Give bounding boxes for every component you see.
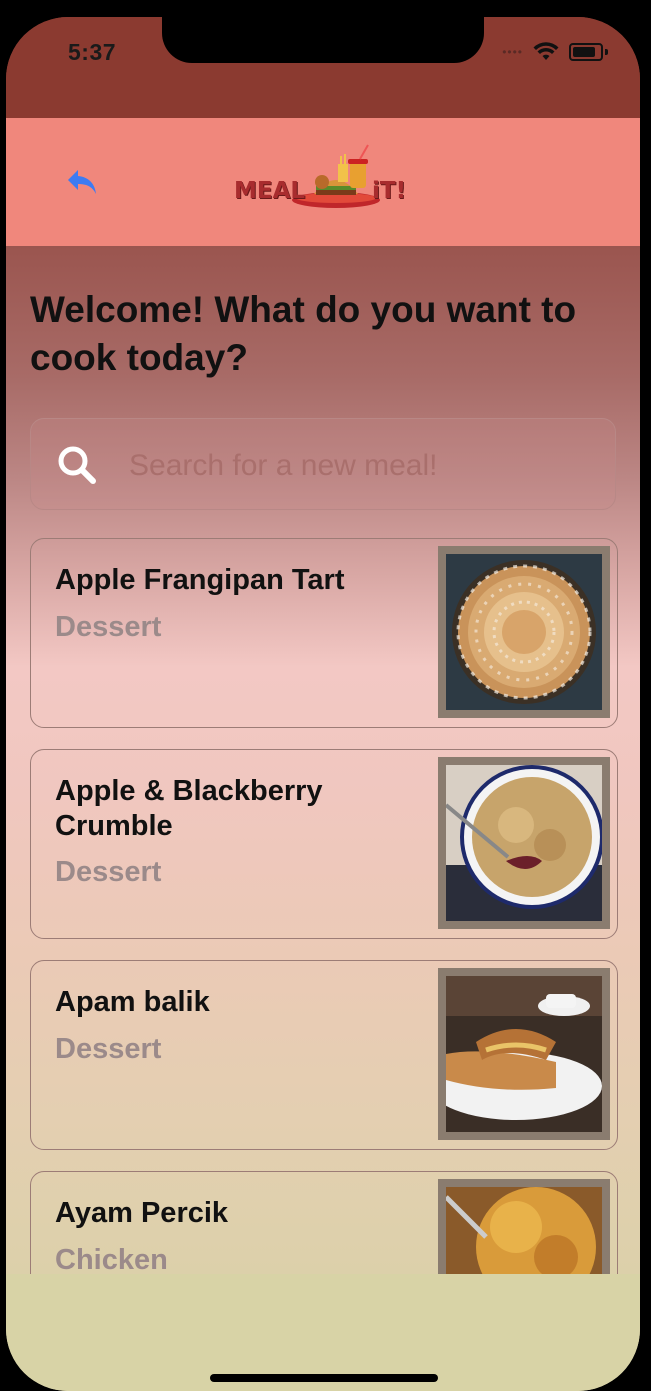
home-indicator[interactable]	[210, 1374, 438, 1382]
meal-name: Apple & Blackberry Crumble	[55, 775, 323, 842]
meal-thumbnail	[438, 546, 610, 718]
nav-bar: MEAL iT!	[6, 118, 640, 246]
meal-it-logo: MEAL iT!	[232, 142, 414, 214]
battery-nub	[605, 49, 608, 55]
status-time: 5:37	[68, 39, 117, 65]
meal-name: Apple Frangipan Tart	[55, 564, 345, 596]
meal-card[interactable]: Apple Frangipan Tart Dessert	[30, 538, 618, 728]
logo-text-right: iT!	[372, 178, 407, 204]
device-notch	[162, 17, 484, 63]
meal-card[interactable]: Apam balik Dessert	[30, 960, 618, 1150]
bottom-safe-area	[6, 1274, 640, 1391]
logo-text-left: MEAL	[234, 178, 306, 204]
back-arrow-icon[interactable]	[66, 168, 98, 196]
meal-thumbnail	[438, 757, 610, 929]
status-bar: 5:37 ••••	[6, 17, 640, 118]
search-icon	[58, 446, 96, 484]
meal-card[interactable]: Apple & Blackberry Crumble Dessert	[30, 749, 618, 939]
meal-category: Dessert	[55, 1033, 162, 1065]
phone-screen: 5:37 •••• MEAL iT! Welcome! What do you …	[6, 17, 640, 1391]
device-frame-top	[0, 0, 651, 17]
main-content: Welcome! What do you want to cook today?…	[6, 246, 640, 1274]
search-input[interactable]	[127, 445, 591, 487]
meal-card[interactable]: Ayam Percik Chicken	[30, 1171, 618, 1274]
meal-category: Dessert	[55, 611, 162, 643]
search-bar[interactable]	[30, 418, 616, 510]
page-title: Welcome! What do you want to cook today?	[30, 289, 577, 378]
meal-category: Chicken	[55, 1244, 168, 1274]
meal-thumbnail	[438, 968, 610, 1140]
meal-category: Dessert	[55, 856, 162, 888]
meal-thumbnail	[438, 1179, 610, 1274]
tart-photo-icon	[446, 554, 602, 710]
crumble-photo-icon	[446, 765, 602, 921]
status-icons: ••••	[502, 42, 608, 62]
cellular-signal-icon: ••••	[502, 45, 523, 59]
pancake-photo-icon	[446, 976, 602, 1132]
battery-icon	[569, 43, 603, 61]
meal-name: Apam balik	[55, 986, 210, 1018]
meal-name: Ayam Percik	[55, 1197, 229, 1229]
chicken-photo-icon	[446, 1187, 602, 1274]
wifi-icon	[533, 42, 559, 60]
